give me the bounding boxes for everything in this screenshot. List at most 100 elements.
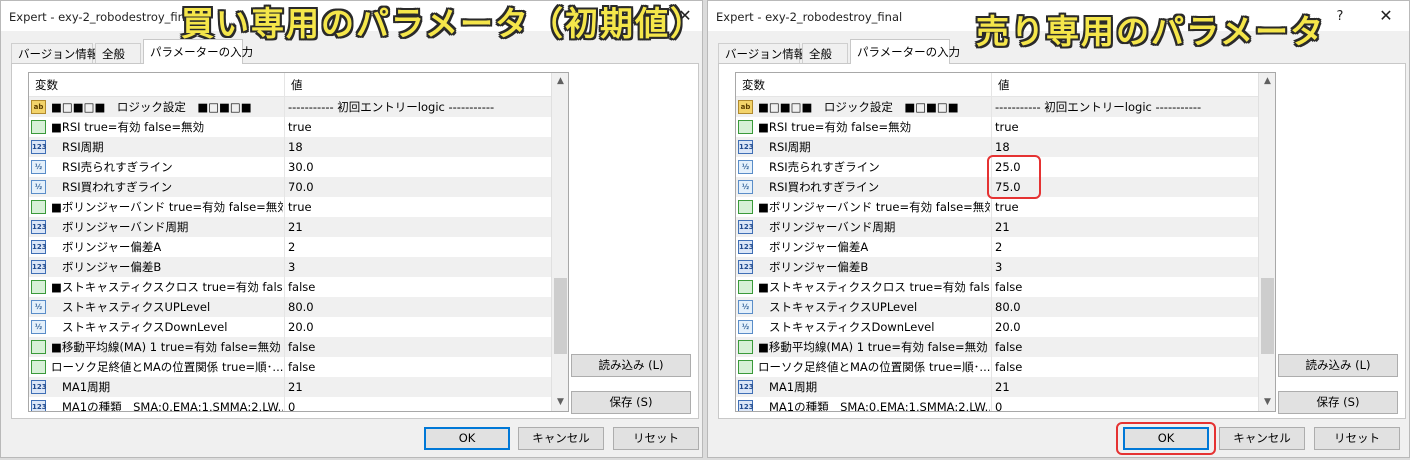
parameter-row[interactable]: 123 ボリンジャー偏差A 2 bbox=[29, 237, 551, 257]
parameter-value[interactable]: 21 bbox=[995, 217, 1010, 237]
parameter-value[interactable]: 3 bbox=[995, 257, 1002, 277]
row-divider bbox=[284, 377, 285, 397]
parameter-name: ■RSI true=有効 false=無効 bbox=[758, 120, 912, 134]
parameter-row[interactable]: ab ■□■□■ ロジック設定 ■□■□■ ----------- 初回エントリーl… bbox=[29, 97, 551, 117]
column-header-variable[interactable]: 変数 bbox=[742, 77, 765, 93]
parameter-value[interactable]: true bbox=[995, 117, 1019, 137]
parameter-value[interactable]: 0 bbox=[288, 397, 295, 411]
column-header-variable[interactable]: 変数 bbox=[35, 77, 58, 93]
parameter-row[interactable]: ローソク足終値とMAの位置関係 true=順･... false bbox=[736, 357, 1258, 377]
ok-button[interactable]: OK bbox=[1123, 427, 1209, 450]
parameter-value[interactable]: false bbox=[995, 277, 1022, 297]
parameter-row[interactable]: ■移動平均線(MA) 1 true=有効 false=無効 false bbox=[736, 337, 1258, 357]
reset-button[interactable]: リセット bbox=[1314, 427, 1400, 450]
parameter-value[interactable]: 30.0 bbox=[288, 157, 314, 177]
column-header-value[interactable]: 値 bbox=[291, 77, 303, 93]
cancel-button[interactable]: キャンセル bbox=[518, 427, 604, 450]
scroll-down-icon[interactable]: ▼ bbox=[1259, 394, 1275, 411]
tab-input-parameters[interactable]: パラメーターの入力 bbox=[850, 39, 960, 64]
parameter-value[interactable]: 0 bbox=[995, 397, 1002, 411]
parameter-row[interactable]: ½ ストキャスティクスDownLevel 20.0 bbox=[29, 317, 551, 337]
parameter-value[interactable]: false bbox=[995, 357, 1022, 377]
load-button[interactable]: 読み込み (L) bbox=[571, 354, 691, 377]
parameter-name: RSI周期 bbox=[769, 140, 811, 154]
parameter-value[interactable]: 20.0 bbox=[995, 317, 1021, 337]
parameter-value[interactable]: false bbox=[288, 277, 315, 297]
parameter-row[interactable]: ab ■□■□■ ロジック設定 ■□■□■ ----------- 初回エントリーl… bbox=[736, 97, 1258, 117]
help-button[interactable]: ? bbox=[1328, 7, 1352, 27]
tab-general[interactable]: 全般 bbox=[95, 43, 141, 63]
parameter-row[interactable]: ½ ストキャスティクスUPLevel 80.0 bbox=[736, 297, 1258, 317]
ok-button[interactable]: OK bbox=[424, 427, 510, 450]
parameter-row[interactable]: 123 RSI周期 18 bbox=[29, 137, 551, 157]
double-type-icon: ½ bbox=[738, 300, 753, 314]
parameter-row[interactable]: 123 MA1周期 21 bbox=[29, 377, 551, 397]
parameter-row[interactable]: ½ RSI買われすぎライン 70.0 bbox=[29, 177, 551, 197]
parameter-value[interactable]: false bbox=[995, 337, 1022, 357]
tab-general[interactable]: 全般 bbox=[802, 43, 848, 63]
parameter-value[interactable]: ----------- 初回エントリーlogic ----------- bbox=[288, 97, 494, 117]
parameter-value[interactable]: true bbox=[288, 117, 312, 137]
row-divider bbox=[991, 257, 992, 277]
parameter-row[interactable]: ■ストキャスティクスクロス true=有効 false=無効 false bbox=[736, 277, 1258, 297]
tab-version-info[interactable]: バージョン情報 bbox=[11, 43, 98, 63]
row-divider bbox=[991, 197, 992, 217]
parameter-row[interactable]: 123 ボリンジャー偏差B 3 bbox=[736, 257, 1258, 277]
parameter-value[interactable]: false bbox=[288, 357, 315, 377]
parameter-value[interactable]: 3 bbox=[288, 257, 295, 277]
reset-button[interactable]: リセット bbox=[613, 427, 699, 450]
cancel-button[interactable]: キャンセル bbox=[1219, 427, 1305, 450]
scroll-up-icon[interactable]: ▲ bbox=[1259, 73, 1275, 90]
column-divider[interactable] bbox=[284, 73, 285, 96]
parameter-name: ストキャスティクスDownLevel bbox=[769, 320, 935, 334]
vertical-scrollbar[interactable]: ▲ ▼ bbox=[551, 73, 568, 411]
parameter-row[interactable]: 123 ボリンジャーバンド周期 21 bbox=[736, 217, 1258, 237]
parameter-rows: ab ■□■□■ ロジック設定 ■□■□■ ----------- 初回エントリーl… bbox=[29, 97, 551, 411]
parameter-value[interactable]: 70.0 bbox=[288, 177, 314, 197]
parameter-value[interactable]: 2 bbox=[995, 237, 1002, 257]
parameter-row[interactable]: ローソク足終値とMAの位置関係 true=順･... false bbox=[29, 357, 551, 377]
parameter-value[interactable]: 80.0 bbox=[995, 297, 1021, 317]
parameter-row[interactable]: 123 ボリンジャー偏差A 2 bbox=[736, 237, 1258, 257]
parameter-row[interactable]: 123 ボリンジャーバンド周期 21 bbox=[29, 217, 551, 237]
scrollbar-thumb[interactable] bbox=[554, 278, 567, 354]
column-header-value[interactable]: 値 bbox=[998, 77, 1010, 93]
parameter-value[interactable]: true bbox=[288, 197, 312, 217]
parameter-row[interactable]: ■RSI true=有効 false=無効 true bbox=[29, 117, 551, 137]
scrollbar-thumb[interactable] bbox=[1261, 278, 1274, 354]
parameter-row[interactable]: ½ ストキャスティクスDownLevel 20.0 bbox=[736, 317, 1258, 337]
parameter-row[interactable]: 123 MA1の種類 SMA:0,EMA:1,SMMA:2,LW... 0 bbox=[29, 397, 551, 411]
parameter-row[interactable]: 123 ボリンジャー偏差B 3 bbox=[29, 257, 551, 277]
parameter-value[interactable]: 21 bbox=[288, 217, 303, 237]
parameter-row[interactable]: 123 MA1周期 21 bbox=[736, 377, 1258, 397]
save-button[interactable]: 保存 (S) bbox=[1278, 391, 1398, 414]
tab-input-parameters[interactable]: パラメーターの入力 bbox=[143, 39, 253, 64]
parameter-value[interactable]: 20.0 bbox=[288, 317, 314, 337]
parameter-row[interactable]: ■RSI true=有効 false=無効 true bbox=[736, 117, 1258, 137]
tab-version-info[interactable]: バージョン情報 bbox=[718, 43, 805, 63]
scroll-down-icon[interactable]: ▼ bbox=[552, 394, 568, 411]
parameter-row[interactable]: ■ボリンジャーバンド true=有効 false=無効 true bbox=[29, 197, 551, 217]
parameter-value[interactable]: 21 bbox=[288, 377, 303, 397]
parameter-row[interactable]: ■ストキャスティクスクロス true=有効 false=無効 false bbox=[29, 277, 551, 297]
parameter-value[interactable]: 21 bbox=[995, 377, 1010, 397]
parameter-value[interactable]: 18 bbox=[995, 137, 1010, 157]
save-button[interactable]: 保存 (S) bbox=[571, 391, 691, 414]
parameter-row[interactable]: ½ ストキャスティクスUPLevel 80.0 bbox=[29, 297, 551, 317]
scroll-up-icon[interactable]: ▲ bbox=[552, 73, 568, 90]
parameter-row[interactable]: 123 MA1の種類 SMA:0,EMA:1,SMMA:2,LW... 0 bbox=[736, 397, 1258, 411]
parameter-value[interactable]: false bbox=[288, 337, 315, 357]
parameter-row[interactable]: ½ RSI売られすぎライン 30.0 bbox=[29, 157, 551, 177]
parameter-value[interactable]: true bbox=[995, 197, 1019, 217]
close-icon[interactable]: ✕ bbox=[1374, 5, 1398, 27]
vertical-scrollbar[interactable]: ▲ ▼ bbox=[1258, 73, 1275, 411]
parameter-row[interactable]: 123 RSI周期 18 bbox=[736, 137, 1258, 157]
load-button[interactable]: 読み込み (L) bbox=[1278, 354, 1398, 377]
parameter-value[interactable]: 18 bbox=[288, 137, 303, 157]
parameter-row[interactable]: ■移動平均線(MA) 1 true=有効 false=無効 false bbox=[29, 337, 551, 357]
parameter-value[interactable]: ----------- 初回エントリーlogic ----------- bbox=[995, 97, 1201, 117]
parameter-value[interactable]: 80.0 bbox=[288, 297, 314, 317]
parameter-value[interactable]: 2 bbox=[288, 237, 295, 257]
parameter-row[interactable]: ■ボリンジャーバンド true=有効 false=無効 true bbox=[736, 197, 1258, 217]
column-divider[interactable] bbox=[991, 73, 992, 96]
